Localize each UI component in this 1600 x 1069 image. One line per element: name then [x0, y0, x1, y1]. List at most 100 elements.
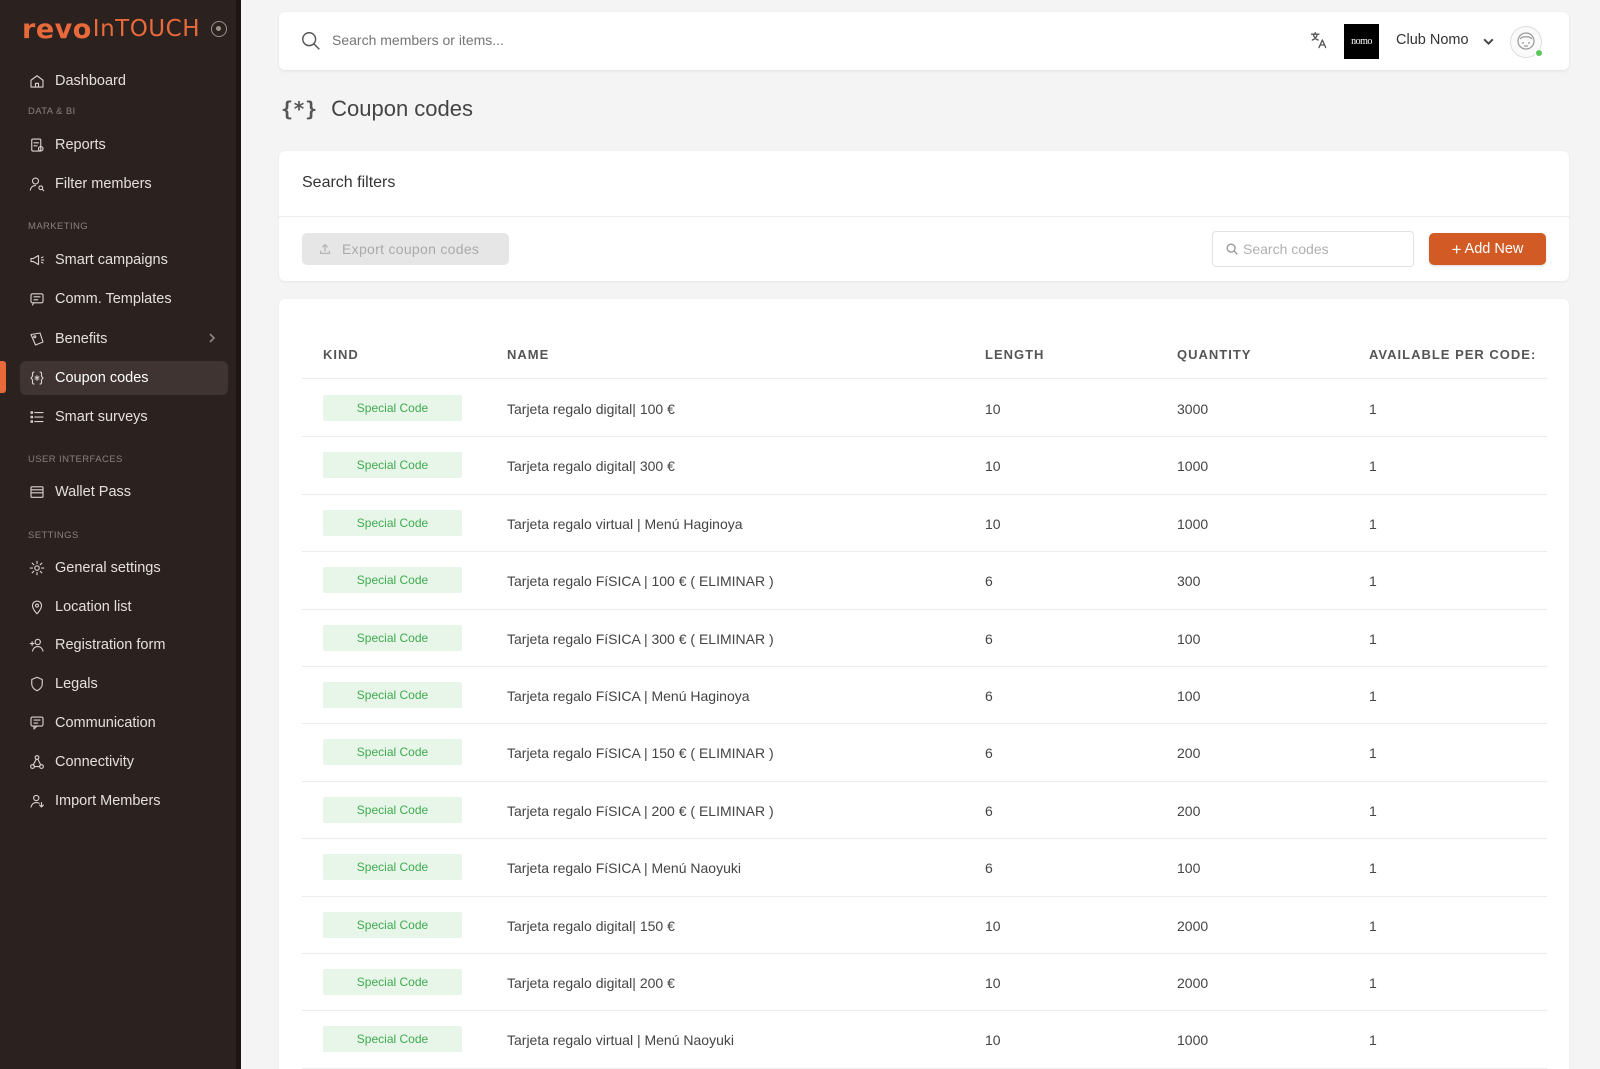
table-row[interactable]: Special Code Tarjeta regalo digital| 150 … — [302, 897, 1547, 954]
cell-length: 10 — [985, 515, 1001, 532]
sidebar-item-reports[interactable]: Reports — [20, 128, 228, 162]
sidebar-item-label: Smart campaigns — [55, 252, 168, 268]
sidebar-item-label: Comm. Templates — [55, 291, 172, 307]
table-row[interactable]: Special Code Tarjeta regalo digital| 100 … — [302, 380, 1547, 438]
sidebar-item-dashboard[interactable]: Dashboard — [20, 64, 228, 98]
brand-logo-sub: InTOUCH — [92, 16, 200, 42]
cell-available: 1 — [1369, 401, 1377, 417]
search-codes-input[interactable] — [1243, 241, 1403, 257]
chevron-down-icon[interactable] — [1482, 35, 1495, 53]
sidebar-scrollbar[interactable] — [236, 0, 241, 1069]
export-button-label: Export coupon codes — [342, 241, 480, 257]
cell-name: Tarjeta regalo FíSICA | Menú Haginoya — [507, 688, 750, 704]
table-row[interactable]: Special Code Tarjeta regalo FíSICA | 200 … — [302, 782, 1547, 840]
sidebar-item-label: Reports — [55, 137, 106, 153]
cell-length: 6 — [985, 802, 993, 819]
search-filters-card: Search filters Export coupon codes + Add… — [279, 151, 1569, 281]
cell-available: 1 — [1369, 802, 1377, 819]
sidebar-item-label: Wallet Pass — [55, 484, 132, 500]
global-search-input[interactable] — [332, 32, 932, 48]
gear-icon — [28, 559, 46, 577]
sidebar-item-coupon-codes[interactable]: Coupon codes — [20, 361, 228, 395]
sidebar-item-general-settings[interactable]: General settings — [20, 551, 228, 585]
sidebar-item-registration-form[interactable]: Registration form — [20, 628, 228, 662]
sidebar-item-label: General settings — [55, 560, 161, 576]
kind-badge: Special Code — [323, 796, 462, 823]
column-header-available-per-code[interactable]: AVAILABLE PER CODE: — [1369, 347, 1536, 362]
cell-name: Tarjeta regalo digital| 300 € — [507, 458, 675, 475]
page-title: Coupon codes — [331, 96, 474, 121]
kind-badge: Special Code — [323, 395, 462, 421]
cell-available: 1 — [1369, 860, 1377, 877]
location-pin-icon — [28, 598, 46, 616]
sidebar-item-location-list[interactable]: Location list — [20, 590, 228, 624]
active-indicator — [0, 361, 6, 393]
cell-length: 6 — [985, 630, 993, 647]
table-row[interactable]: Special Code Tarjeta regalo digital| 200 … — [302, 954, 1547, 1012]
tag-icon — [28, 330, 46, 348]
coupon-codes-table: KIND NAME LENGTH QUANTITY AVAILABLE PER … — [279, 299, 1569, 1069]
cell-quantity: 1000 — [1177, 515, 1209, 532]
cell-name: Tarjeta regalo virtual | Menú Haginoya — [507, 515, 743, 532]
sidebar-item-label: Communication — [55, 715, 156, 731]
sidebar: revo InTOUCH Dashboard DATA & BI Reports… — [0, 0, 241, 1069]
table-row[interactable]: Special Code Tarjeta regalo digital| 300 … — [302, 437, 1547, 495]
cell-available: 1 — [1369, 688, 1377, 704]
sidebar-item-connectivity[interactable]: Connectivity — [20, 745, 228, 779]
brand-logo[interactable]: revo InTOUCH — [22, 13, 200, 45]
search-codes-field[interactable] — [1212, 231, 1414, 267]
shield-icon — [28, 675, 46, 693]
plus-icon: + — [1451, 239, 1462, 259]
sidebar-item-wallet-pass[interactable]: Wallet Pass — [20, 475, 228, 509]
sidebar-item-comm-templates[interactable]: Comm. Templates — [20, 282, 228, 316]
cell-quantity: 100 — [1177, 630, 1201, 647]
table-row[interactable]: Special Code Tarjeta regalo FíSICA | Menú… — [302, 667, 1547, 725]
add-new-button[interactable]: + Add New — [1429, 233, 1546, 265]
table-row[interactable]: Special Code Tarjeta regalo virtual | Men… — [302, 1011, 1547, 1069]
sidebar-collapse-icon[interactable] — [211, 21, 227, 37]
club-logo[interactable]: nomo — [1344, 24, 1379, 59]
cell-quantity: 1000 — [1177, 1032, 1209, 1049]
cell-available: 1 — [1369, 975, 1377, 991]
kind-badge: Special Code — [323, 509, 462, 536]
club-selector[interactable]: Club Nomo — [1396, 32, 1469, 48]
section-label-data-bi: DATA & BI — [28, 106, 76, 117]
sidebar-item-filter-members[interactable]: Filter members — [20, 167, 228, 201]
export-coupon-codes-button[interactable]: Export coupon codes — [302, 233, 509, 265]
cell-available: 1 — [1369, 458, 1377, 475]
table-row[interactable]: Special Code Tarjeta regalo FíSICA | 150 … — [302, 724, 1547, 782]
sidebar-item-import-members[interactable]: Import Members — [20, 784, 228, 818]
cell-available: 1 — [1369, 745, 1377, 762]
braces-asterisk-icon — [28, 369, 46, 387]
table-row[interactable]: Special Code Tarjeta regalo FíSICA | 100 … — [302, 552, 1547, 610]
search-icon — [1226, 243, 1238, 255]
table-row[interactable]: Special Code Tarjeta regalo FíSICA | 300 … — [302, 610, 1547, 667]
kind-badge: Special Code — [323, 624, 462, 651]
sidebar-item-label: Filter members — [55, 176, 152, 192]
column-header-name[interactable]: NAME — [507, 347, 549, 362]
kind-badge: Special Code — [323, 911, 462, 938]
kind-badge: Special Code — [323, 567, 462, 594]
sidebar-item-smart-campaigns[interactable]: Smart campaigns — [20, 243, 228, 277]
translate-icon[interactable] — [1309, 30, 1329, 55]
table-row[interactable]: Special Code Tarjeta regalo FíSICA | Menú… — [302, 839, 1547, 897]
reports-icon — [28, 136, 46, 154]
column-header-quantity[interactable]: QUANTITY — [1177, 347, 1251, 362]
cell-length: 6 — [985, 860, 993, 877]
search-icon — [300, 30, 322, 57]
sidebar-item-smart-surveys[interactable]: Smart surveys — [20, 400, 228, 434]
sidebar-item-legals[interactable]: Legals — [20, 667, 228, 701]
sidebar-item-communication[interactable]: Communication — [20, 706, 228, 740]
brand-logo-main: revo — [22, 13, 92, 45]
sidebar-item-benefits[interactable]: Benefits — [20, 322, 228, 356]
cell-name: Tarjeta regalo digital| 200 € — [507, 975, 675, 991]
list-icon — [28, 408, 46, 426]
cell-quantity: 3000 — [1177, 401, 1209, 417]
column-header-length[interactable]: LENGTH — [985, 347, 1044, 362]
cell-length: 6 — [985, 745, 993, 762]
cell-length: 10 — [985, 458, 1001, 475]
cell-length: 10 — [985, 975, 1001, 991]
megaphone-icon — [28, 251, 46, 269]
table-row[interactable]: Special Code Tarjeta regalo virtual | Men… — [302, 495, 1547, 553]
column-header-kind[interactable]: KIND — [323, 347, 359, 362]
